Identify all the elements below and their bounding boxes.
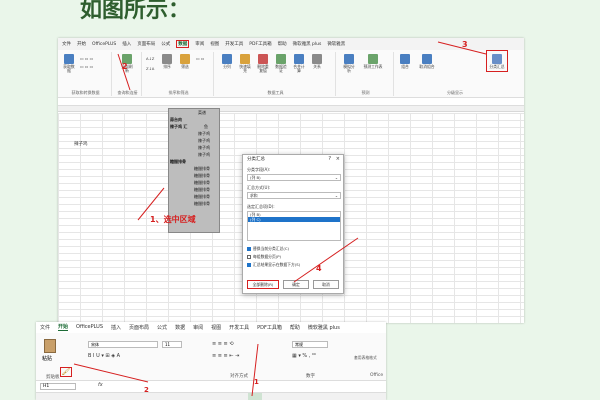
page-heading: 如图所示： (80, 0, 191, 23)
excel-screenshot-data-tab: 文件 开始 OfficePLUS 插入 页面布局 公式 数据 审阅 视图 开发工… (58, 38, 524, 323)
annotation-arrows (73, 343, 259, 397)
excel-screenshot-home-tab: 文件 开始 OfficePLUS 插入 页面布局 公式 数据 审阅 视图 开发工… (36, 322, 386, 400)
annotation-arrows (117, 41, 487, 283)
